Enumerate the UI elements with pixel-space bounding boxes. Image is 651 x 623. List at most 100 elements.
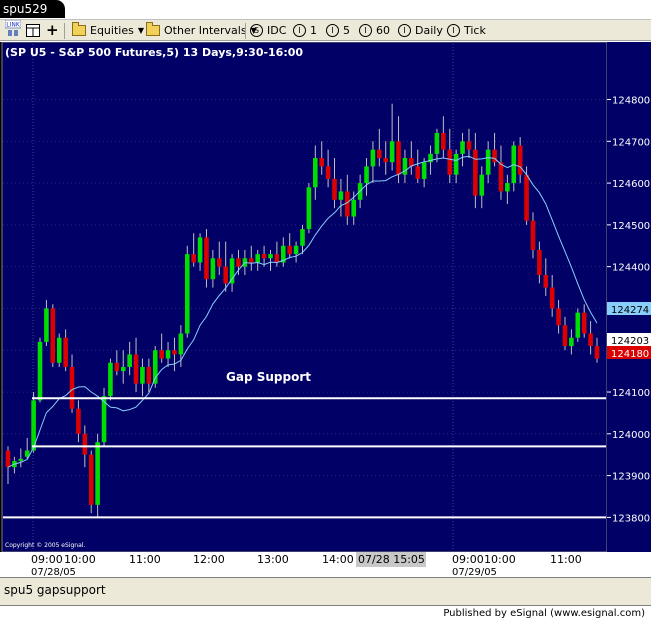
folder-icon <box>146 21 160 36</box>
candle-body <box>313 158 318 188</box>
window-title-tab[interactable]: spu529 <box>0 0 65 18</box>
chart-title: (SP U5 - S&P 500 Futures,5) 13 Days,9:30… <box>5 46 303 59</box>
candle-body <box>364 166 369 184</box>
interval-icon: I <box>359 23 372 37</box>
candle-body <box>108 362 113 397</box>
candle-body <box>204 237 209 280</box>
candle-body <box>524 174 529 221</box>
candle-body <box>5 450 11 468</box>
candle-body <box>594 346 600 359</box>
candle-body <box>441 132 446 150</box>
toolbar-separator <box>64 23 65 39</box>
candle-body <box>377 149 382 159</box>
candle-body <box>216 258 222 267</box>
candle-body <box>498 162 504 192</box>
candle-body <box>120 366 126 372</box>
candle-body <box>575 312 581 338</box>
x-axis-label: 11:00 <box>129 553 161 566</box>
equities-menu[interactable]: Equities ▼ <box>72 21 144 38</box>
candle-body <box>63 337 68 367</box>
interval-1-label: 1 <box>310 23 317 37</box>
candle-body <box>473 149 478 196</box>
candle-body <box>236 258 241 267</box>
candle-body <box>88 454 94 505</box>
candle-body <box>466 141 472 150</box>
interval-60-label: 60 <box>376 23 390 37</box>
interval-60-button[interactable]: I 60 <box>359 22 390 38</box>
y-tick-label: 124600 <box>612 179 650 190</box>
candle-body <box>530 220 536 250</box>
candle-body <box>389 141 395 163</box>
interval-icon: I <box>326 23 339 37</box>
candle-body <box>274 254 280 263</box>
candle-body <box>210 258 216 280</box>
candle-body <box>44 308 49 342</box>
interval-tick-button[interactable]: I Tick <box>447 22 486 38</box>
x-axis-label: 09:00 <box>452 553 484 566</box>
interval-tick-label: Tick <box>464 23 486 37</box>
candle-body <box>248 258 254 263</box>
candle-body <box>172 350 177 355</box>
y-tick-label: 123800 <box>612 513 650 524</box>
toolbar: LINK + Equities ▼ Other Intervals ▼ S ID… <box>0 19 651 41</box>
dropdown-caret-icon: ▼ <box>137 25 144 35</box>
y-tick-label: 124700 <box>612 137 650 148</box>
date-label: 07/29/05 <box>452 567 497 577</box>
price-chart[interactable]: 1248001247001246001245001244001243001242… <box>0 41 651 578</box>
candle-body <box>338 191 344 200</box>
x-axis-label: 12:00 <box>193 553 225 566</box>
candle-body <box>383 158 389 163</box>
chart-window[interactable]: 1248001247001246001245001244001243001242… <box>0 41 651 578</box>
y-tick-label: 124400 <box>612 263 650 274</box>
candle-body <box>127 354 132 367</box>
candle-body <box>556 308 561 326</box>
copyright-text: Copyright © 2005 eSignal. <box>5 542 85 549</box>
candle-body <box>95 442 100 505</box>
other-intervals-label: Other Intervals <box>164 23 247 37</box>
candle-body <box>300 229 305 246</box>
published-by-text: Published by eSignal (www.esignal.com) <box>443 608 645 619</box>
candle-body <box>543 275 549 288</box>
candle-body <box>485 149 491 175</box>
interval-daily-label: Daily <box>415 23 443 37</box>
candle-body <box>453 153 459 175</box>
candle-body <box>82 433 88 455</box>
interval-5-button[interactable]: I 5 <box>326 22 350 38</box>
candle-body <box>69 366 75 409</box>
link-icon-label: LINK <box>6 22 21 29</box>
crosshair-icon[interactable]: + <box>46 21 59 39</box>
link-icon[interactable]: LINK <box>5 20 21 37</box>
candle-body <box>562 325 568 347</box>
candle-body <box>537 249 542 276</box>
interval-icon: I <box>398 23 411 37</box>
candle-body <box>396 141 401 175</box>
candle-body <box>159 350 164 359</box>
candle-body <box>50 308 56 363</box>
interval-icon: I <box>447 23 460 37</box>
x-axis-label: 09:00 <box>31 553 63 566</box>
candle-body <box>223 266 228 284</box>
candle-body <box>76 408 81 434</box>
candle-body <box>447 149 453 175</box>
candle-body <box>114 362 120 372</box>
candle-body <box>505 183 510 192</box>
candle-body <box>581 312 587 334</box>
gap-support-annotation: Gap Support <box>226 370 311 384</box>
price-tag: 124274 <box>611 305 649 316</box>
interval-idc-label: IDC <box>267 23 287 37</box>
interval-1-button[interactable]: I 1 <box>293 22 317 38</box>
y-tick-label: 124800 <box>612 96 650 107</box>
candle-body <box>184 254 190 334</box>
candle-body <box>479 174 485 196</box>
layout-icon[interactable] <box>26 22 40 38</box>
interval-idc-button[interactable]: S IDC <box>250 22 286 38</box>
other-intervals-menu[interactable]: Other Intervals ▼ <box>146 21 257 38</box>
candle-body <box>306 187 312 230</box>
date-label: 07/28/05 <box>31 567 76 577</box>
x-axis-label: 11:00 <box>550 553 582 566</box>
interval-daily-button[interactable]: I Daily <box>398 22 443 38</box>
x-axis-label: 13:00 <box>257 553 289 566</box>
price-tag: 124203 <box>611 336 649 347</box>
candle-body <box>140 366 145 384</box>
candle-body <box>588 333 593 347</box>
